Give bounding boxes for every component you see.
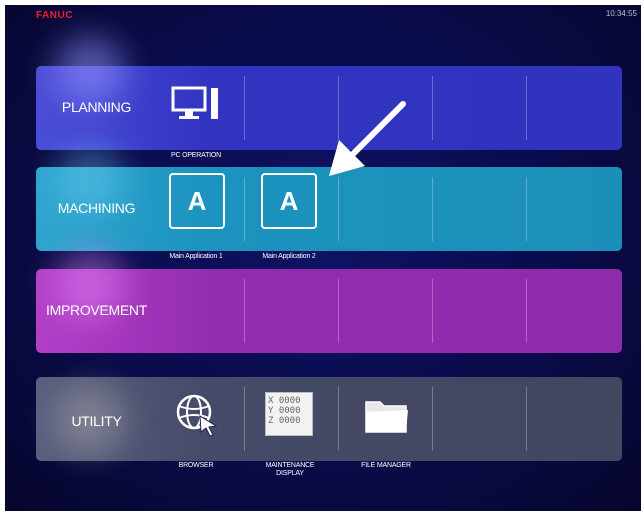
readout-z: Z 0000 [268,416,301,426]
row-label-utility: UTILITY [71,413,122,429]
main-application-2-button[interactable]: A [261,173,317,229]
cell-divider [338,279,339,343]
readout-y: Y 0000 [268,406,301,416]
file-manager-button[interactable] [359,394,415,438]
main-application-1-button[interactable]: A [169,173,225,229]
cell-divider [338,177,339,241]
globe-cursor-icon [176,394,218,437]
fanuc-logo: FANUC [36,10,73,21]
pc-operation-label: PC OPERATION [171,152,221,159]
pc-operation-button[interactable] [168,83,224,125]
row-label-planning: PLANNING [61,99,132,115]
cell-divider [432,177,433,241]
browser-label: BROWSER [178,462,214,469]
cell-divider [244,177,245,241]
row-label-machining: MACHINING [57,200,136,216]
clock: 10:34:55 [605,9,637,18]
cell-divider [432,279,433,343]
home-screen: FANUC 10:34:55 PLANNING MACHINING IMPROV… [5,5,641,511]
main-application-2-label: Main Application 2 [262,253,316,260]
xyz-display-icon: X 0000 Y 0000 Z 0000 [265,392,313,436]
cell-divider [526,279,527,343]
app-a-icon: A [187,185,207,216]
cell-divider [526,76,527,140]
cell-divider [432,387,433,451]
app-a-icon: A [279,185,299,216]
maintenance-display-label: MAINTENANCE DISPLAY [265,462,315,477]
browser-button[interactable] [169,390,225,440]
cell-divider [244,76,245,140]
cell-divider [244,279,245,343]
readout-x: X 0000 [268,396,301,406]
maintenance-display-button[interactable]: X 0000 Y 0000 Z 0000 [263,390,315,438]
row-label-improvement: IMPROVEMENT [46,302,147,318]
cell-divider [244,387,245,451]
main-application-1-label: Main Application 1 [169,253,223,260]
cell-divider [526,177,527,241]
pointer-arrow-icon [329,101,406,176]
cell-divider [338,387,339,451]
file-manager-label: FILE MANAGER [361,462,411,469]
cell-divider [526,387,527,451]
monitor-icon [171,86,218,119]
cell-divider [432,76,433,140]
folder-icon [365,401,408,433]
